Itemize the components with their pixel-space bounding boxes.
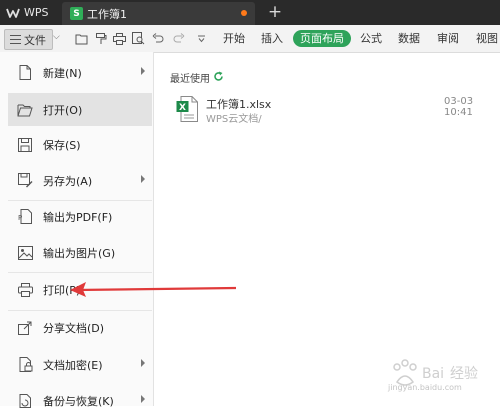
wps-tab-label: WPS <box>24 6 49 19</box>
menu-review[interactable]: 审阅 <box>437 30 459 47</box>
menu-item-encrypt[interactable]: 文档加密(E) <box>8 348 152 381</box>
pdf-icon: P <box>17 209 33 225</box>
menu-item-new[interactable]: 新建(N) <box>8 56 152 89</box>
save-as-icon <box>17 173 33 189</box>
menu-item-save[interactable]: 保存(S) <box>8 128 152 161</box>
menu-insert[interactable]: 插入 <box>261 30 283 47</box>
svg-text:X: X <box>179 103 186 113</box>
chevron-down-icon[interactable]: ⌵ <box>53 32 60 42</box>
title-bar: WPS S 工作簿1 + <box>0 0 500 25</box>
backup-icon <box>17 393 33 409</box>
menu-data[interactable]: 数据 <box>398 30 420 47</box>
menu-formulas[interactable]: 公式 <box>360 30 382 47</box>
encrypt-icon <box>17 357 33 373</box>
recent-file-path: WPS云文档/ <box>206 114 262 125</box>
menu-item-label: 另存为(A) <box>43 174 93 188</box>
unsaved-indicator <box>241 10 247 16</box>
document-tab[interactable]: S 工作簿1 <box>62 2 255 25</box>
open-folder-icon[interactable] <box>74 31 89 46</box>
file-menu-panel: 新建(N) 打开(O) 保存(S) 另存为(A) P 输出为PDF(F) 输出为… <box>0 52 154 408</box>
redo-icon[interactable] <box>171 31 186 46</box>
menu-item-save-as[interactable]: 另存为(A) <box>8 164 152 197</box>
undo-icon[interactable] <box>150 31 165 46</box>
menu-home[interactable]: 开始 <box>223 30 245 47</box>
baidu-watermark-logo: Bai 经验 <box>393 359 478 386</box>
menu-item-label: 输出为PDF(F) <box>43 210 113 224</box>
recent-section-title: 最近使用 <box>170 70 224 85</box>
menu-item-label: 新建(N) <box>43 66 82 80</box>
new-tab-button[interactable]: + <box>264 2 286 23</box>
watermark-url: jingyan.baidu.com <box>388 383 462 392</box>
menu-item-backup[interactable]: 备份与恢复(K) <box>8 384 152 417</box>
menu-item-export-pdf[interactable]: P 输出为PDF(F) <box>8 200 152 233</box>
menu-item-label: 打开(O) <box>43 103 83 117</box>
print-icon <box>17 282 33 298</box>
save-icon <box>17 137 33 153</box>
image-icon <box>17 245 33 261</box>
excel-file-icon: X <box>176 96 198 122</box>
format-painter-icon[interactable] <box>93 31 108 46</box>
print-preview-icon[interactable] <box>131 31 146 46</box>
menu-item-label: 分享文档(D) <box>43 321 105 335</box>
svg-text:经验: 经验 <box>450 366 478 382</box>
customize-icon[interactable] <box>194 31 209 46</box>
recent-title-label: 最近使用 <box>170 74 210 85</box>
recent-file-date: 03-03 10:41 <box>444 96 474 118</box>
menu-item-export-image[interactable]: 输出为图片(G) <box>8 236 152 269</box>
menu-page-layout[interactable]: 页面布局 <box>293 30 351 47</box>
submenu-arrow-icon <box>141 395 145 403</box>
recent-file-item[interactable]: X 工作簿1.xlsx WPS云文档/ 03-03 10:41 <box>176 96 496 128</box>
spreadsheet-icon: S <box>70 7 83 20</box>
svg-text:P: P <box>18 214 22 222</box>
menu-item-label: 文档加密(E) <box>43 358 103 372</box>
refresh-icon[interactable] <box>213 71 224 85</box>
submenu-arrow-icon <box>141 175 145 183</box>
wps-logo-icon <box>6 6 20 20</box>
print-icon[interactable] <box>112 31 127 46</box>
menu-item-label: 输出为图片(G) <box>43 246 116 260</box>
folder-open-icon <box>17 102 33 118</box>
submenu-arrow-icon <box>141 67 145 75</box>
svg-text:Bai: Bai <box>422 366 444 382</box>
wps-home-tab[interactable]: WPS <box>0 0 58 25</box>
share-icon <box>17 320 33 336</box>
hamburger-icon <box>10 35 21 44</box>
new-doc-icon <box>17 65 33 81</box>
menu-item-open[interactable]: 打开(O) <box>8 93 152 126</box>
file-menu-button[interactable]: 文件 <box>4 29 53 50</box>
menu-item-label: 备份与恢复(K) <box>43 394 114 408</box>
document-tab-title: 工作簿1 <box>87 7 127 21</box>
annotation-arrow <box>70 282 237 297</box>
menu-item-label: 保存(S) <box>43 138 81 152</box>
toolbar: 文件 ⌵ 开始 插入 页面布局 公式 数据 审阅 视图 <box>0 25 500 53</box>
menu-item-share[interactable]: 分享文档(D) <box>8 311 152 344</box>
menu-view[interactable]: 视图 <box>476 30 498 47</box>
submenu-arrow-icon <box>141 359 145 367</box>
file-menu-label: 文件 <box>24 33 46 47</box>
